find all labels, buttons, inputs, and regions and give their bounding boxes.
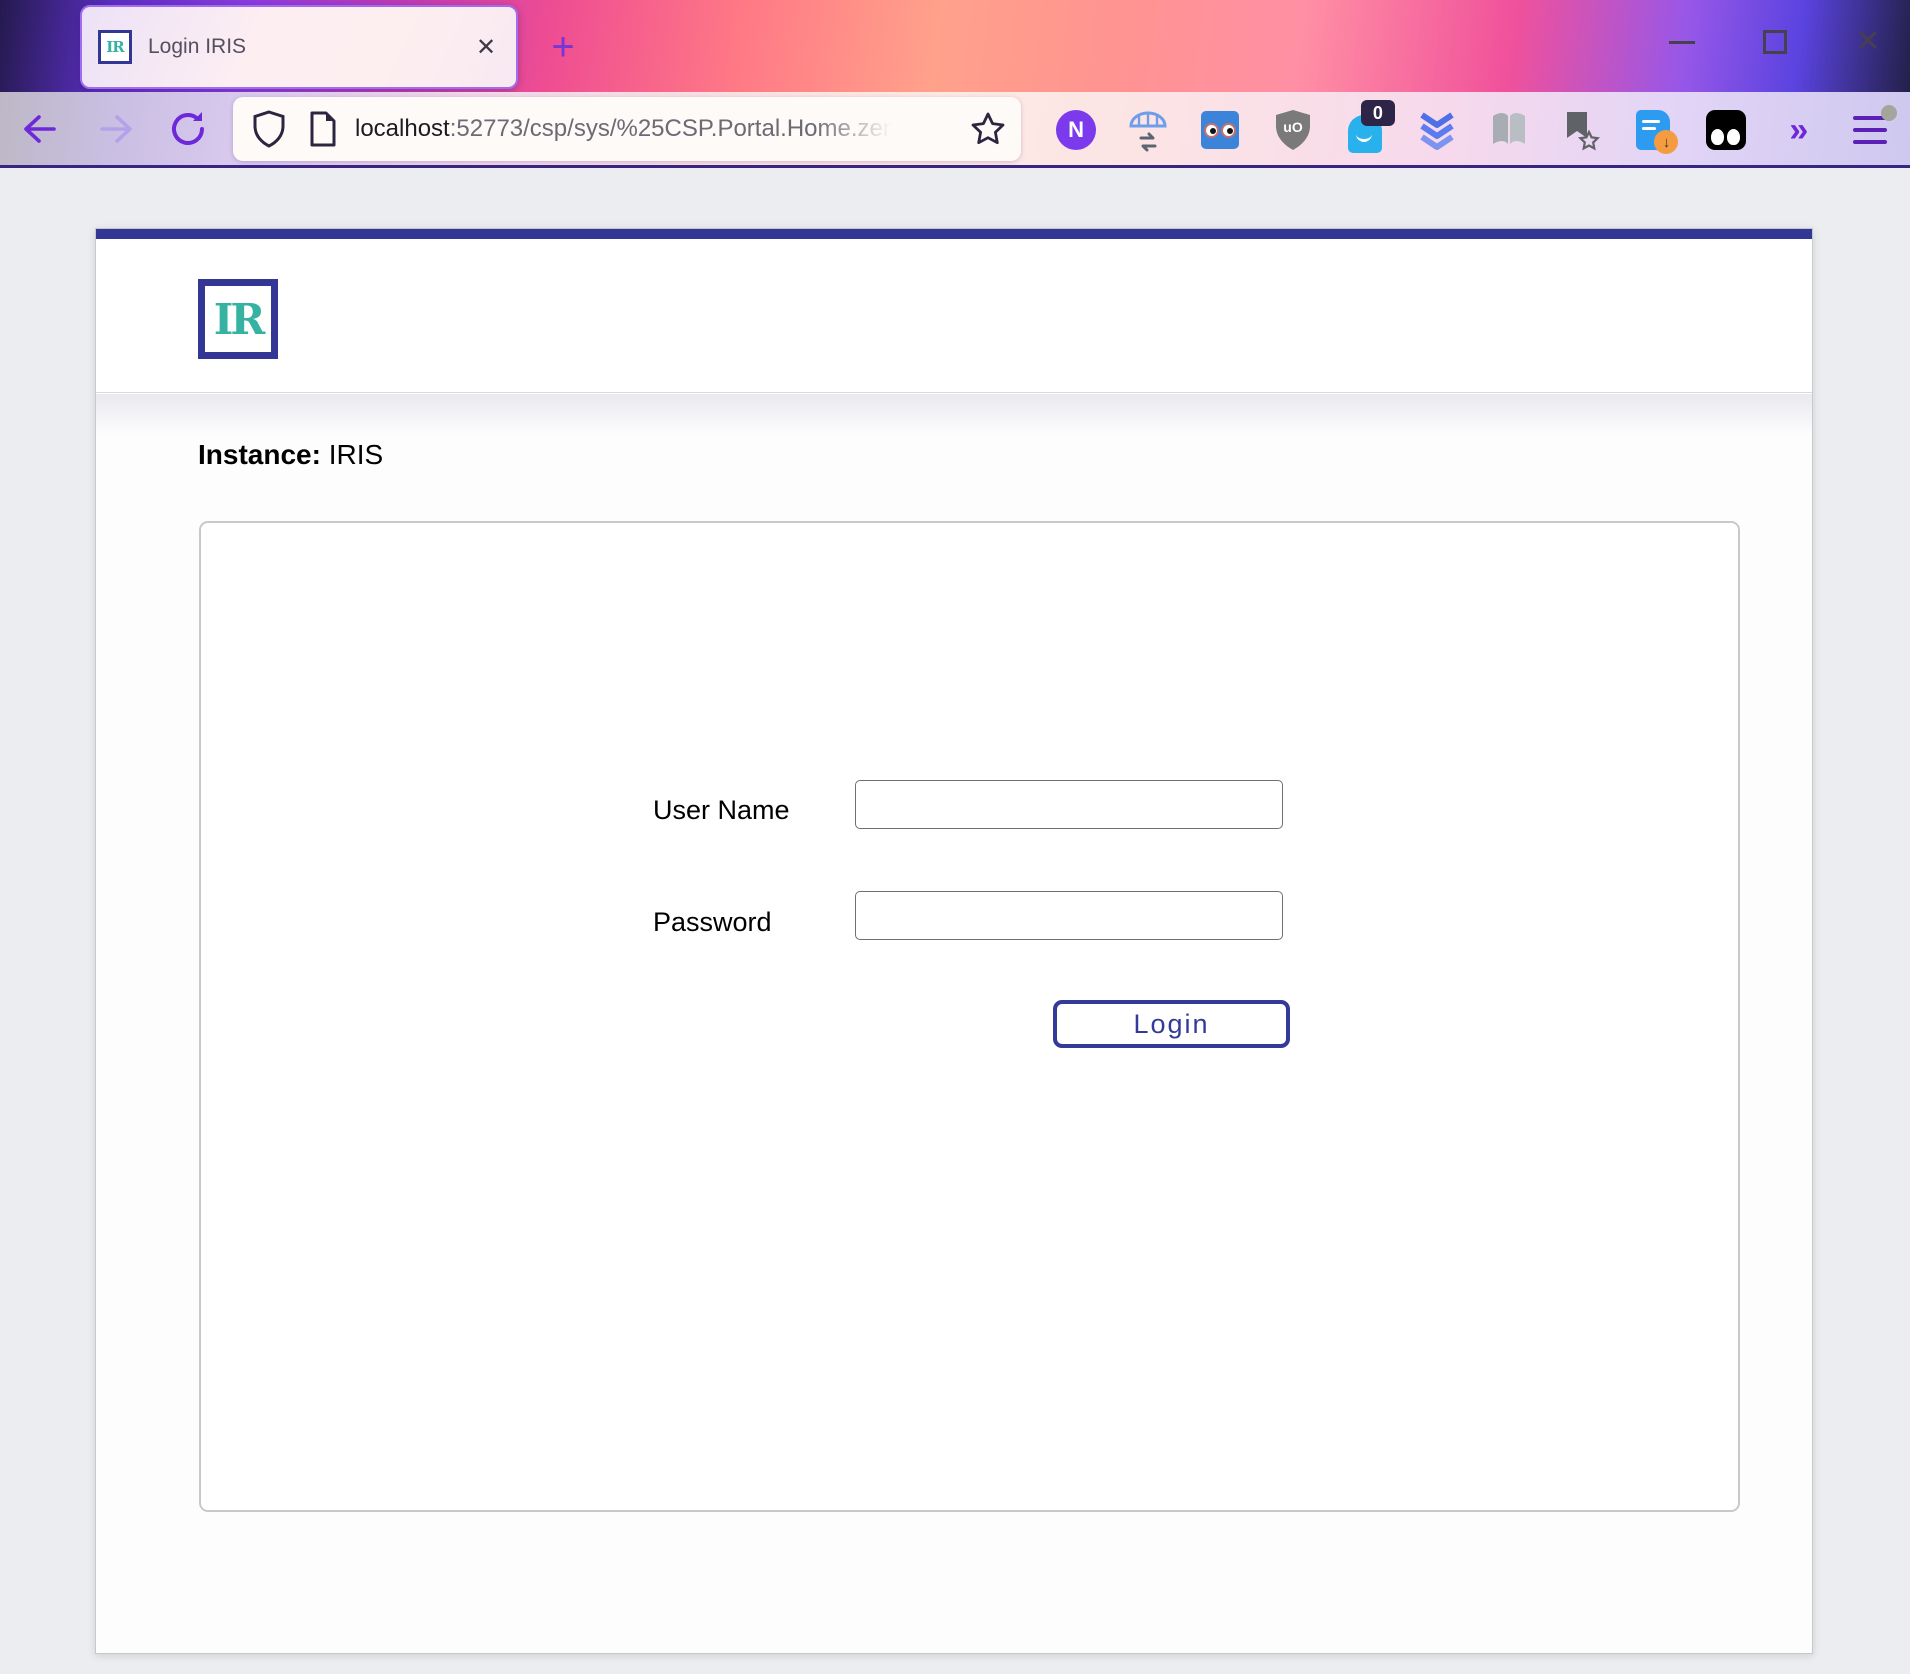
url-host: localhost [355,115,450,142]
reload-icon [165,106,211,152]
document-download-icon: ↓ [1636,110,1670,150]
card-header: IR [96,239,1812,393]
umbrella-extension-button[interactable] [1112,92,1184,168]
tab-title: Login IRIS [148,35,466,59]
url-bar[interactable]: localhost:52773/csp/sys/%25CSP.Portal.Ho… [233,97,1021,161]
toolbar-overflow-button[interactable]: » [1762,92,1834,168]
instance-label: Instance: [198,439,321,470]
minimize-icon [1669,41,1695,44]
page-background: IR Instance: IRIS User Name Password Log… [0,168,1910,1674]
window-maximize-button[interactable] [1755,24,1795,60]
ublock-origin-button[interactable]: uO [1257,92,1329,168]
reload-button[interactable] [160,98,216,160]
app-menu-button[interactable] [1834,92,1906,168]
back-button[interactable] [12,98,68,160]
forward-button[interactable] [88,98,144,160]
bookmark-star-icon[interactable] [969,110,1007,148]
open-book-icon [1487,110,1531,150]
iris-logo: IR [198,279,278,359]
tab-login-iris[interactable]: IR Login IRIS ✕ [80,5,518,89]
n-extension-icon: N [1056,110,1096,150]
library-button[interactable] [1473,92,1545,168]
iris-logo-text: IR [205,286,271,352]
triple-chevron-icon [1416,109,1458,151]
window-close-icon: ✕ [1855,27,1880,57]
menu-notification-dot [1881,105,1897,121]
back-arrow-icon [18,107,62,151]
header-divider-shadow [96,394,1812,436]
window-minimize-button[interactable] [1662,24,1702,60]
bookmark-star-flag-icon [1559,108,1603,152]
umbrella-sync-icon [1127,108,1169,152]
new-tab-button[interactable]: + [540,26,586,68]
ublock-shield-icon: uO [1273,108,1313,152]
tab-close-icon[interactable]: ✕ [466,27,506,67]
tab-bar: IR Login IRIS ✕ + ✕ [0,0,1910,92]
ghostery-button[interactable]: 0 [1329,92,1401,168]
url-path: :52773/csp/sys/%25CSP.Portal.Home.zen [450,115,896,143]
iris-favicon: IR [98,30,132,64]
bookmark-manager-button[interactable] [1545,92,1617,168]
n-extension-button[interactable]: N [1040,92,1112,168]
svg-text:uO: uO [1283,119,1303,135]
password-label: Password [653,907,772,938]
browser-window: IR Login IRIS ✕ + ✕ [0,0,1910,1674]
ghostery-badge: 0 [1361,100,1395,126]
googly-eyes-extension-button[interactable] [1184,92,1256,168]
url-text[interactable]: localhost:52773/csp/sys/%25CSP.Portal.Ho… [355,115,969,143]
password-input[interactable] [855,891,1283,940]
tampermonkey-icon [1706,110,1746,150]
portal-card: IR Instance: IRIS User Name Password Log… [95,228,1813,1654]
hamburger-menu-icon [1853,115,1887,145]
username-input[interactable] [855,780,1283,829]
maximize-icon [1763,30,1787,54]
window-close-button[interactable]: ✕ [1848,24,1888,60]
overflow-chevrons-icon: » [1789,111,1806,150]
iris-favicon-text: IR [101,33,129,61]
save-page-extension-button[interactable]: ↓ [1617,92,1689,168]
navigation-toolbar: localhost:52773/csp/sys/%25CSP.Portal.Ho… [0,92,1910,168]
instance-value: IRIS [329,439,383,470]
login-form-panel: User Name Password Login [199,521,1740,1512]
forward-arrow-icon [94,107,138,151]
googly-eyes-icon [1201,111,1239,149]
tampermonkey-button[interactable] [1690,92,1762,168]
shield-icon[interactable] [251,109,287,149]
card-top-accent-bar [96,229,1812,239]
extension-toolbar: N uO 0 [1040,92,1906,168]
page-info-icon[interactable] [305,109,339,149]
chevrons-extension-button[interactable] [1401,92,1473,168]
username-label: User Name [653,795,790,826]
login-button[interactable]: Login [1053,1000,1290,1048]
instance-line: Instance: IRIS [198,439,383,471]
